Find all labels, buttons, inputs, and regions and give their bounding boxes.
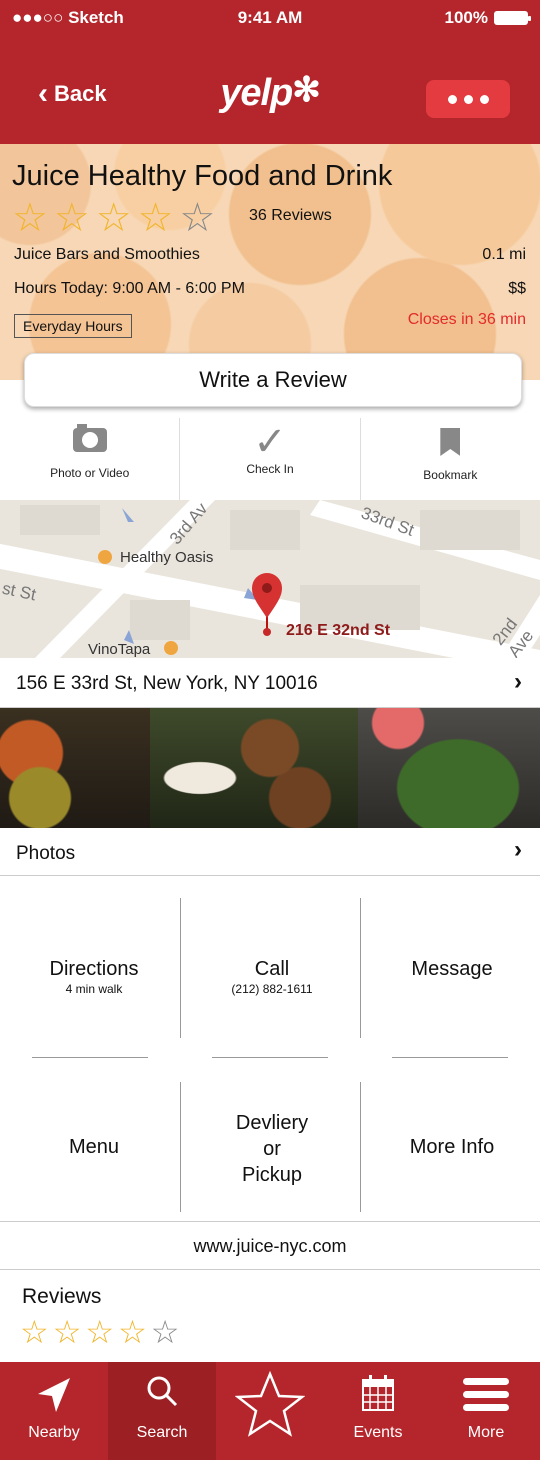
search-icon: [147, 1376, 178, 1407]
hamburger-menu-icon: [463, 1378, 509, 1411]
star-icon: [235, 1370, 305, 1437]
tab-events[interactable]: Events: [324, 1362, 432, 1460]
star-icon: ☆: [179, 196, 216, 240]
tab-label: More: [467, 1424, 505, 1441]
star-icon: ☆: [85, 1314, 115, 1350]
map-poi-healthy-oasis[interactable]: Healthy Oasis: [120, 549, 213, 566]
closing-status: Closes in 36 min: [407, 311, 526, 328]
price-level: $$: [508, 280, 526, 297]
photo-thumbnail[interactable]: [0, 708, 150, 828]
status-bar: ●●●○○ Sketch 9:41 AM 100%: [0, 0, 540, 36]
delivery-pickup-button[interactable]: Devliery or Pickup: [182, 1110, 362, 1188]
divider: [32, 1057, 148, 1058]
phone-number: (212) 882-1611: [231, 982, 313, 996]
star-icon: ☆: [53, 196, 90, 240]
hours-today: Hours Today: 9:00 AM - 6:00 PM: [14, 280, 245, 297]
more-options-button[interactable]: [426, 80, 510, 118]
star-icon: ☆: [137, 196, 174, 240]
delivery-label-line: Devliery: [235, 1112, 309, 1134]
delivery-label-line: Pickup: [241, 1164, 303, 1186]
message-button[interactable]: Message: [362, 956, 540, 982]
bookmark-icon: [440, 428, 461, 456]
tab-more[interactable]: More: [432, 1362, 540, 1460]
address-text: 156 E 33rd St, New York, NY 10016: [16, 673, 318, 694]
action-grid: Directions 4 min walk Call (212) 882-161…: [0, 876, 540, 1222]
calendar-icon: [362, 1375, 394, 1411]
tab-nearby[interactable]: Nearby: [0, 1362, 108, 1460]
divider: [212, 1057, 328, 1058]
tab-favorites[interactable]: [216, 1362, 324, 1460]
message-label: Message: [411, 958, 493, 980]
website-link[interactable]: www.juice-nyc.com: [0, 1222, 540, 1270]
location-arrow-icon: [38, 1378, 70, 1412]
reviews-heading: Reviews: [22, 1285, 102, 1308]
menu-label: Menu: [68, 1136, 120, 1158]
photo-thumbnail[interactable]: [358, 708, 540, 828]
tab-label: Search: [136, 1424, 188, 1441]
action-bar: Photo or Video ✓ Check In Bookmark: [0, 418, 540, 500]
tab-search[interactable]: Search: [108, 1362, 216, 1460]
distance: 0.1 mi: [482, 246, 526, 263]
directions-label: Directions: [49, 958, 139, 980]
write-review-button[interactable]: Write a Review: [24, 353, 522, 407]
call-label: Call: [254, 958, 290, 980]
photo-thumbnail[interactable]: [150, 708, 358, 828]
check-in-button[interactable]: ✓ Check In: [179, 418, 359, 500]
walk-time: 4 min walk: [65, 982, 123, 996]
dot-icon: [447, 94, 457, 104]
address-row[interactable]: 156 E 33rd St, New York, NY 10016 ›: [0, 658, 540, 708]
map-pin-label: 216 E 32nd St: [286, 622, 391, 639]
more-info-button[interactable]: More Info: [362, 1134, 540, 1160]
rating-stars: ☆ ☆ ☆ ☆ ☆: [12, 198, 215, 238]
map-canvas: [0, 500, 540, 658]
photo-video-button[interactable]: Photo or Video: [0, 418, 179, 500]
action-label: Bookmark: [423, 468, 478, 482]
map-view[interactable]: Healthy Oasis VinoTapa 216 E 32nd St 3rd…: [0, 500, 540, 658]
battery-percent: 100%: [444, 8, 488, 27]
tab-label: Nearby: [28, 1424, 80, 1441]
star-icon: ☆: [20, 1314, 49, 1350]
map-poi-vinotapa[interactable]: VinoTapa: [88, 641, 150, 658]
star-icon: ☆: [118, 1314, 147, 1350]
more-info-label: More Info: [409, 1136, 495, 1158]
battery-icon: [494, 11, 531, 25]
star-icon: ☆: [150, 1314, 180, 1350]
review-count[interactable]: 36 Reviews: [249, 207, 332, 225]
photos-label: Photos: [16, 843, 76, 864]
call-button[interactable]: Call (212) 882-1611: [182, 956, 362, 996]
dot-icon: [463, 94, 473, 104]
camera-icon: [72, 424, 107, 452]
divider: [392, 1057, 508, 1058]
checkmark-icon: ✓: [253, 420, 287, 464]
reviews-rating-stars[interactable]: ☆ ☆ ☆ ☆ ☆: [20, 1316, 179, 1348]
bookmark-button[interactable]: Bookmark: [359, 418, 540, 500]
nav-bar: ‹ Back yelp✻: [0, 36, 540, 144]
dot-icon: [479, 94, 489, 104]
directions-button[interactable]: Directions 4 min walk: [4, 956, 184, 996]
star-icon: ☆: [12, 196, 48, 240]
chevron-right-icon: ›: [514, 668, 522, 695]
photo-strip: [0, 708, 540, 828]
hours-tag[interactable]: Everyday Hours: [14, 314, 132, 338]
star-icon: ☆: [52, 1314, 82, 1350]
delivery-label-line: or: [263, 1138, 281, 1160]
business-name: Juice Healthy Food and Drink: [12, 160, 393, 192]
star-icon: ☆: [95, 196, 132, 240]
action-label: Photo or Video: [50, 466, 130, 480]
action-label: Check In: [246, 462, 294, 476]
yelp-burst-icon: ✻: [292, 71, 320, 109]
battery-indicator: 100%: [444, 8, 531, 28]
chevron-right-icon: ›: [514, 836, 522, 863]
business-category: Juice Bars and Smoothies: [14, 246, 200, 263]
photos-row[interactable]: Photos ›: [0, 828, 540, 876]
tab-bar: Nearby Search Events More: [0, 1362, 540, 1460]
tab-label: Events: [353, 1424, 403, 1441]
menu-button[interactable]: Menu: [4, 1134, 184, 1160]
business-header: Juice Healthy Food and Drink ☆ ☆ ☆ ☆ ☆ 36 Re…: [0, 144, 540, 380]
